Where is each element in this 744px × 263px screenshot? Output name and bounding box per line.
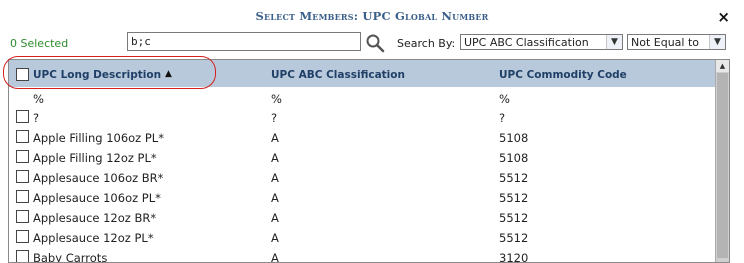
search-icon[interactable]	[365, 33, 385, 53]
table-row[interactable]: Applesauce 106oz PL* A 5512	[9, 187, 715, 207]
cell-description: Applesauce 106oz PL*	[33, 191, 161, 205]
cell-commodity: 3120	[499, 251, 529, 263]
select-all-checkbox[interactable]	[16, 68, 29, 81]
cell-commodity: 5512	[499, 211, 529, 225]
row-checkbox[interactable]	[16, 110, 29, 123]
cell-description: Apple Filling 106oz PL*	[33, 131, 164, 145]
search-input[interactable]: b;c	[127, 32, 361, 51]
cell-commodity: ?	[499, 111, 506, 125]
cell-abc: A	[271, 211, 279, 225]
cell-description: Applesauce 12oz PL*	[33, 231, 154, 245]
scroll-thumb[interactable]	[717, 73, 728, 258]
cell-abc: A	[271, 151, 279, 165]
row-checkbox[interactable]	[16, 210, 29, 223]
operator-value: Not Equal to	[631, 36, 700, 49]
row-checkbox[interactable]	[16, 250, 29, 262]
cell-commodity: %	[499, 92, 510, 106]
cell-description: Applesauce 12oz BR*	[33, 211, 157, 225]
cell-description: Apple Filling 12oz PL*	[33, 151, 157, 165]
table-row[interactable]: % % %	[9, 88, 715, 108]
column-header-commodity-code[interactable]: UPC Commodity Code	[499, 69, 627, 81]
table-row[interactable]: Applesauce 106oz BR* A 5512	[9, 167, 715, 187]
row-checkbox[interactable]	[16, 130, 29, 143]
close-icon[interactable]: ×	[717, 8, 730, 26]
table-row[interactable]: Apple Filling 12oz PL* A 5108	[9, 147, 715, 167]
vertical-scrollbar[interactable]: ▲	[715, 60, 729, 262]
cell-commodity: 5512	[499, 191, 529, 205]
cell-abc: A	[271, 231, 279, 245]
cell-commodity: 5512	[499, 231, 529, 245]
cell-description: ?	[33, 111, 40, 125]
chevron-down-icon[interactable]: ▼	[709, 35, 725, 49]
cell-abc: A	[271, 171, 279, 185]
column-header-long-description[interactable]: UPC Long Description	[33, 69, 161, 81]
cell-commodity: 5108	[499, 151, 529, 165]
table-row[interactable]: Applesauce 12oz BR* A 5512	[9, 207, 715, 227]
cell-abc: ?	[271, 111, 278, 125]
search-by-select[interactable]: UPC ABC Classification ▼	[460, 34, 623, 50]
row-checkbox[interactable]	[16, 230, 29, 243]
search-by-value: UPC ABC Classification	[464, 36, 589, 49]
cell-commodity: 5512	[499, 171, 529, 185]
members-grid: UPC Long Description ▲ UPC ABC Classific…	[8, 59, 730, 263]
cell-abc: A	[271, 131, 279, 145]
cell-commodity: 5108	[499, 131, 529, 145]
table-row[interactable]: ? ? ?	[9, 107, 715, 127]
grid-header: UPC Long Description ▲ UPC ABC Classific…	[9, 60, 715, 87]
dialog-title: Select Members: UPC Global Number	[255, 9, 489, 23]
cell-abc: %	[271, 92, 282, 106]
chevron-down-icon[interactable]: ▼	[606, 35, 622, 49]
cell-abc: A	[271, 191, 279, 205]
column-header-abc-classification[interactable]: UPC ABC Classification	[271, 69, 405, 81]
cell-description: %	[33, 92, 44, 106]
cell-abc: A	[271, 251, 279, 263]
sort-ascending-icon[interactable]: ▲	[165, 69, 172, 79]
scroll-up-icon[interactable]: ▲	[716, 60, 729, 72]
cell-description: Baby Carrots	[33, 251, 108, 263]
table-row[interactable]: Applesauce 12oz PL* A 5512	[9, 227, 715, 247]
selected-count: 0 Selected	[10, 37, 69, 50]
row-checkbox[interactable]	[16, 190, 29, 203]
table-row[interactable]: Apple Filling 106oz PL* A 5108	[9, 127, 715, 147]
row-checkbox[interactable]	[16, 150, 29, 163]
row-checkbox[interactable]	[16, 170, 29, 183]
cell-description: Applesauce 106oz BR*	[33, 171, 164, 185]
search-by-label: Search By:	[397, 37, 456, 50]
operator-select[interactable]: Not Equal to ▼	[627, 34, 726, 50]
